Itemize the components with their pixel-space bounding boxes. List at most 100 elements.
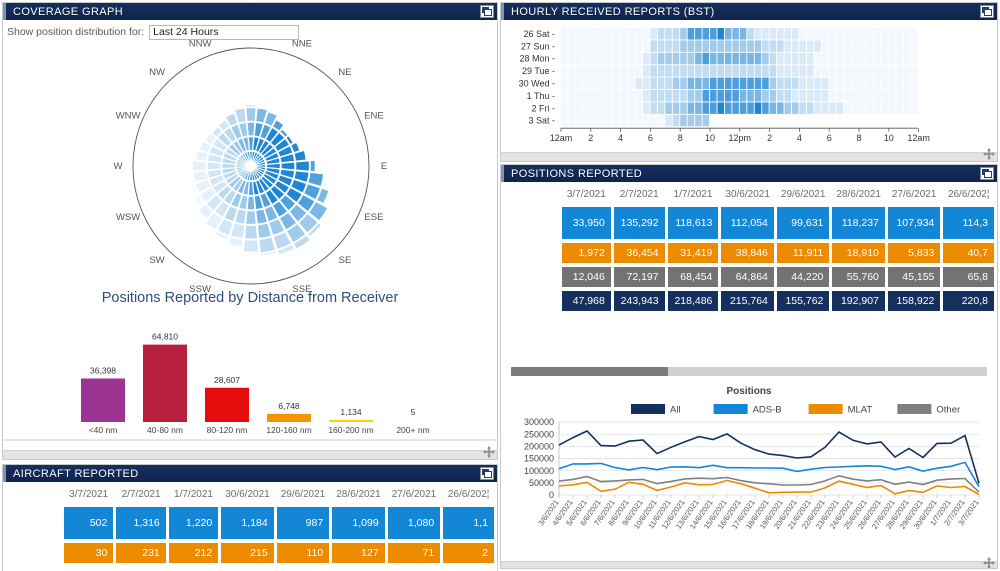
heatmap-x-tick-3: 6: [648, 133, 653, 143]
heatmap-x-tick-11: 10: [884, 133, 894, 143]
y-axis-tick-3: 150000: [524, 454, 554, 464]
positions-table-scrollbar[interactable]: [511, 367, 987, 376]
positions-resize-bar[interactable]: [501, 561, 997, 568]
table-row: MLAT 30 231 212 215 110 127 71 2: [10, 543, 494, 563]
heatmap-cell: [784, 102, 792, 114]
positions-reported-table: 3/7/2021 2/7/2021 1/7/2021 30/6/2021 29/6/20…: [505, 184, 997, 315]
heatmap-cell: [620, 65, 628, 77]
heatmap-cell: [717, 52, 724, 65]
heatmap-cell: [814, 90, 821, 102]
heatmap-cell: [568, 40, 575, 52]
heatmap-cell: [620, 52, 628, 65]
table-cell: 127: [332, 543, 385, 563]
heatmap-cell: [724, 90, 732, 102]
table-column-header: 29/6/2021: [280, 489, 326, 500]
heatmap-cell: [710, 40, 717, 52]
table-row: Total 47,968 243,943 218,486 215,764 155,762 1…: [508, 291, 994, 311]
heatmap-cell: [583, 90, 590, 102]
heatmap-cell: [665, 40, 672, 52]
heatmap-cell: [769, 52, 777, 65]
heatmap-cell: [635, 28, 643, 40]
heatmap-cell: [642, 77, 650, 90]
hourly-resize-grip-icon[interactable]: [983, 148, 995, 160]
heatmap-cell: [814, 52, 821, 65]
compass-label-nw: NW: [149, 67, 165, 78]
table-cell: 65,8: [943, 267, 994, 287]
heatmap-cell: [732, 102, 739, 114]
coverage-resize-bar[interactable]: [3, 450, 497, 459]
table-cell: 18,910: [832, 243, 885, 263]
heatmap-cell: [680, 90, 687, 102]
bar-category-label-1: 40-80 nm: [147, 425, 183, 435]
positions-resize-grip-icon[interactable]: [983, 557, 995, 568]
heatmap-cell: [791, 77, 799, 90]
heatmap-cell: [754, 77, 762, 90]
heatmap-cell: [575, 77, 583, 90]
compass-label-wsw: WSW: [116, 212, 140, 223]
coverage-panel-header: COVERAGE GRAPH: [3, 3, 497, 20]
table-cell: 38,846: [721, 243, 774, 263]
line-series-all: [558, 430, 980, 484]
heatmap-cell: [635, 90, 643, 102]
bar-4: [329, 419, 373, 422]
table-cell: 31,419: [667, 243, 719, 263]
heatmap-cell: [702, 114, 710, 127]
table-cell: 55,760: [832, 267, 885, 287]
heatmap-cell: [568, 65, 575, 77]
coverage-graph-panel: COVERAGE GRAPH Show position distributio…: [2, 2, 498, 460]
restore-window-icon[interactable]: [980, 167, 994, 180]
heatmap-cell: [583, 102, 590, 114]
heatmap-cell: [724, 102, 732, 114]
heatmap-cell: [806, 65, 814, 77]
table-row: MLAT 1,972 36,454 31,419 38,846 11,911 18,910 5…: [508, 243, 994, 263]
heatmap-cell: [769, 102, 777, 114]
heatmap-cell: [620, 114, 628, 127]
heatmap-cell: [762, 77, 769, 90]
heatmap-cell: [628, 40, 635, 52]
heatmap-cell: [851, 52, 859, 65]
heatmap-cell: [628, 90, 635, 102]
aircraft-panel-body: 3/7/2021 2/7/2021 1/7/2021 30/6/2021 29/6/20…: [3, 482, 497, 571]
heatmap-cell: [717, 65, 724, 77]
heatmap-cell: [628, 65, 635, 77]
heatmap-cell: [561, 28, 568, 40]
legend-label-mlat: MLAT: [848, 405, 873, 416]
positions-table-scrollbar-thumb[interactable]: [511, 367, 669, 376]
heatmap-cell: [844, 65, 851, 77]
hourly-panel-body: 26 Sat - 27 Sun - 28 Mon - 29 Tue - 30 Wed -…: [501, 20, 997, 161]
table-column-header: 30/6/2021: [725, 189, 770, 200]
heatmap-cell: [829, 102, 836, 114]
restore-window-icon[interactable]: [980, 5, 994, 18]
table-cell: 1,1: [443, 507, 494, 539]
hourly-resize-bar[interactable]: [501, 152, 997, 161]
coverage-period-input[interactable]: [149, 24, 300, 40]
table-cell: 212: [168, 543, 219, 563]
polar-chart-svg: NNNENEENEEESESESSESSSWSWWSWWWNWNWNNW: [114, 28, 388, 305]
heatmap-cell: [695, 65, 702, 77]
heatmap-cell: [888, 102, 896, 114]
heatmap-cell: [747, 28, 754, 40]
heatmap-cell: [710, 77, 717, 90]
heatmap-cell: [672, 77, 680, 90]
heatmap-cell: [799, 52, 806, 65]
coverage-resize-grip-icon[interactable]: [483, 446, 495, 458]
heatmap-cell: [583, 40, 590, 52]
heatmap-cell: [575, 65, 583, 77]
heatmap-cell: [702, 52, 710, 65]
aircraft-reported-table: 3/7/2021 2/7/2021 1/7/2021 30/6/2021 29/6/20…: [7, 484, 497, 567]
heatmap-cell: [635, 114, 643, 127]
heatmap-cell: [866, 90, 873, 102]
heatmap-cell: [777, 52, 784, 65]
restore-window-icon[interactable]: [480, 467, 494, 480]
restore-window-icon[interactable]: [480, 5, 494, 18]
heatmap-cell: [710, 65, 717, 77]
heatmap-cell: [613, 40, 620, 52]
heatmap-cell: [635, 102, 643, 114]
heatmap-cell: [777, 40, 784, 52]
heatmap-cell: [851, 28, 859, 40]
heatmap-cell: [888, 28, 896, 40]
heatmap-cell: [829, 52, 836, 65]
heatmap-cell: [680, 40, 687, 52]
heatmap-cell: [844, 77, 851, 90]
heatmap-cell: [866, 65, 873, 77]
